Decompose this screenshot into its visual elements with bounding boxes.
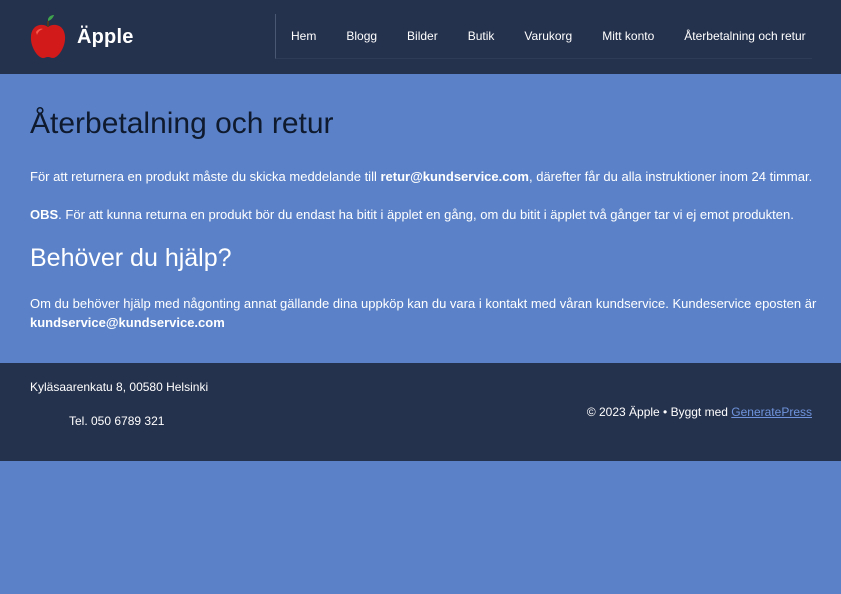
help-email: kundservice@kundservice.com	[30, 315, 225, 330]
help-text: Om du behöver hjälp med någonting annat …	[30, 296, 817, 311]
site-title[interactable]: Äpple	[77, 26, 134, 49]
return-email: retur@kundservice.com	[380, 169, 529, 184]
help-heading: Behöver du hjälp?	[30, 244, 232, 272]
page-title: Återbetalning och retur	[30, 107, 334, 140]
nav-item-bilder[interactable]: Bilder	[407, 29, 438, 43]
return-instructions: För att returnera en produkt måste du sk…	[30, 167, 812, 186]
nav-item-blogg[interactable]: Blogg	[346, 29, 377, 43]
nav-item-varukorg[interactable]: Varukorg	[524, 29, 572, 43]
return-text-post: , därefter får du alla instruktioner ino…	[528, 169, 813, 184]
footer-phone: Tel. 050 6789 321	[69, 414, 165, 428]
brand[interactable]: Äpple	[30, 14, 134, 60]
nav-item-butik[interactable]: Butik	[468, 29, 495, 43]
main-nav: Hem Blogg Bilder Butik Varukorg Mitt kon…	[275, 14, 812, 59]
help-email-line: kundservice@kundservice.com	[30, 313, 225, 332]
site-footer: Kyläsaarenkatu 8, 00580 Helsinki Tel. 05…	[0, 363, 841, 461]
nav-item-aterbetalning[interactable]: Återbetalning och retur	[684, 29, 805, 43]
copyright-text: © 2023 Äpple • Byggt med	[586, 405, 732, 419]
red-apple-icon[interactable]	[30, 15, 66, 59]
obs-notice: OBS. För att kunna returna en produkt bö…	[30, 205, 794, 224]
obs-label: OBS	[30, 207, 59, 222]
site-header: Äpple Hem Blogg Bilder Butik Varukorg Mi…	[0, 0, 841, 74]
obs-text: . För att kunna returna en produkt bör d…	[58, 207, 794, 222]
nav-item-hem[interactable]: Hem	[291, 29, 316, 43]
footer-address: Kyläsaarenkatu 8, 00580 Helsinki	[30, 380, 209, 394]
return-text-pre: För att returnera en produkt måste du sk…	[30, 169, 381, 184]
generatepress-link[interactable]: GeneratePress	[731, 405, 812, 419]
copyright: © 2023 Äpple • Byggt med GeneratePress	[587, 405, 812, 419]
nav-item-mitt-konto[interactable]: Mitt konto	[602, 29, 654, 43]
